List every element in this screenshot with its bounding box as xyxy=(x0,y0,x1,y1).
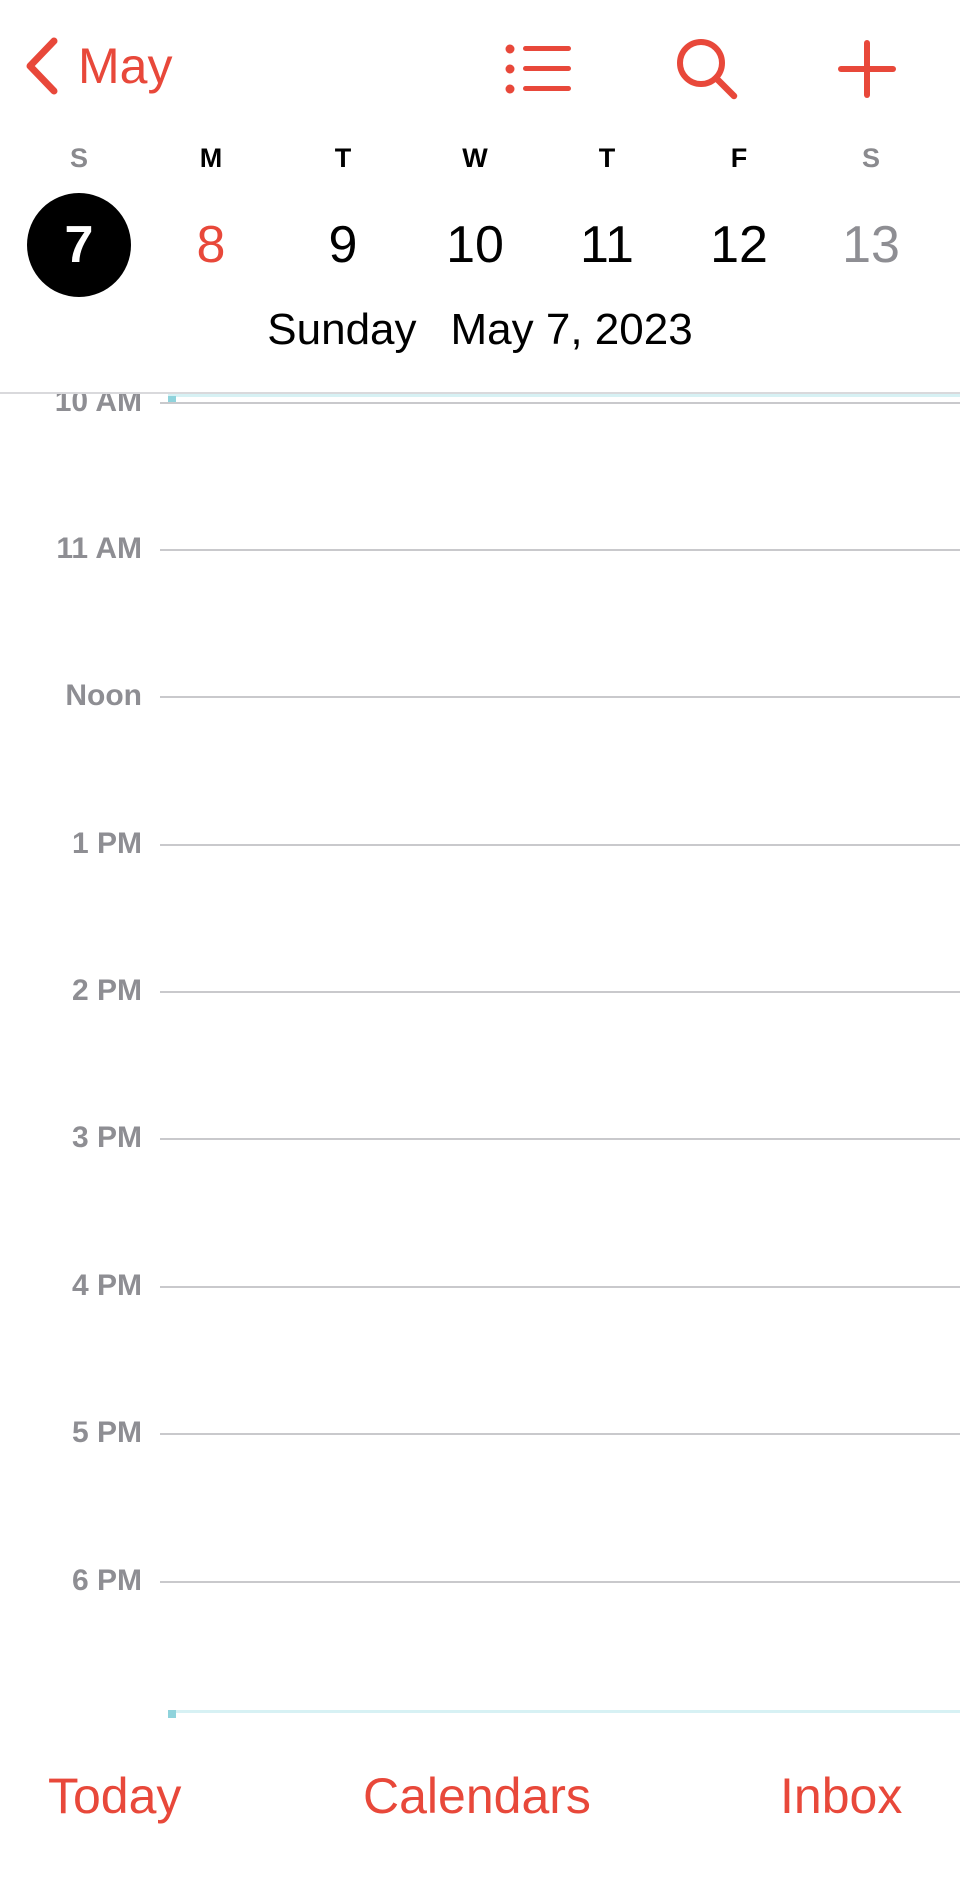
top-nav-bar: May xyxy=(0,0,960,130)
date-number: 10 xyxy=(446,216,504,274)
hour-label: 11 AM xyxy=(56,532,142,565)
hour-row: 2 PM xyxy=(0,971,960,1011)
date-number: 11 xyxy=(580,216,634,274)
date-number: 8 xyxy=(196,216,226,274)
hour-row: 10 AM xyxy=(0,394,960,422)
hour-gridline xyxy=(160,991,960,993)
weekday-label: T xyxy=(598,143,616,173)
hour-label: Noon xyxy=(65,679,142,712)
hour-row: Noon xyxy=(0,676,960,716)
date-number: 9 xyxy=(328,216,358,274)
search-icon xyxy=(677,39,738,100)
hour-row: 11 AM xyxy=(0,529,960,569)
hour-row: 5 PM xyxy=(0,1413,960,1453)
weekday-label: S xyxy=(861,143,880,173)
hour-gridline xyxy=(160,549,960,551)
hour-gridline xyxy=(160,1286,960,1288)
plus-icon xyxy=(838,40,896,98)
list-icon xyxy=(505,44,571,94)
date-cell[interactable]: 9 xyxy=(283,190,403,300)
hour-row: 1 PM xyxy=(0,824,960,864)
calendars-button[interactable]: Calendars xyxy=(363,1766,591,1826)
event-strip-bottom xyxy=(168,1710,960,1713)
day-timeline[interactable]: 10 AM 11 AM Noon 1 PM 2 PM 3 PM 4 PM 5 P… xyxy=(0,394,960,1724)
hour-label: 5 PM xyxy=(71,1416,142,1449)
date-number: 13 xyxy=(842,216,900,274)
add-event-button[interactable] xyxy=(832,34,902,104)
list-view-button[interactable] xyxy=(504,34,574,104)
hour-gridline xyxy=(160,696,960,698)
bottom-toolbar: Today Calendars Inbox xyxy=(0,1740,960,1878)
hour-gridline xyxy=(160,402,960,404)
today-button[interactable]: Today xyxy=(48,1766,181,1826)
back-label: May xyxy=(78,38,173,94)
inbox-button[interactable]: Inbox xyxy=(780,1766,902,1826)
hour-gridline xyxy=(160,1138,960,1140)
chevron-left-icon xyxy=(26,37,58,95)
date-cell[interactable]: 10 xyxy=(415,190,535,300)
selected-weekday: Sunday xyxy=(267,305,417,354)
weekday-label: W xyxy=(462,143,488,173)
weekday-label: M xyxy=(199,143,223,173)
hour-label: 2 PM xyxy=(71,974,142,1007)
hour-row: 6 PM xyxy=(0,1561,960,1601)
weekday-header-row: S M T W T F S xyxy=(0,138,960,178)
hour-label: 10 AM xyxy=(54,394,142,418)
hour-gridline xyxy=(160,844,960,846)
hour-label: 6 PM xyxy=(71,1564,142,1597)
date-cell-selected[interactable]: 7 xyxy=(19,190,139,300)
event-strip-marker xyxy=(168,1710,176,1718)
back-button[interactable]: May xyxy=(24,36,172,96)
weekday-label: S xyxy=(69,143,88,173)
date-cell[interactable]: 11 xyxy=(547,190,667,300)
search-button[interactable] xyxy=(672,34,742,104)
hour-gridline xyxy=(160,1581,960,1583)
date-cell[interactable]: 13 xyxy=(811,190,931,300)
date-number: 12 xyxy=(710,216,768,274)
hour-label: 4 PM xyxy=(71,1269,142,1302)
date-number: 7 xyxy=(64,216,94,274)
weekday-label: T xyxy=(334,143,352,173)
weekday-label: F xyxy=(730,143,748,173)
hour-row: 3 PM xyxy=(0,1118,960,1158)
week-date-row: 7 8 9 10 11 12 13 xyxy=(0,190,960,300)
selected-full-date: May 7, 2023 xyxy=(450,305,693,354)
hour-row: 4 PM xyxy=(0,1266,960,1306)
hour-gridline xyxy=(160,1433,960,1435)
hour-label: 3 PM xyxy=(71,1121,142,1154)
date-cell[interactable]: 12 xyxy=(679,190,799,300)
selected-date-title: Sunday May 7, 2023 xyxy=(0,300,960,360)
hour-label: 1 PM xyxy=(71,827,142,860)
date-cell-today[interactable]: 8 xyxy=(151,190,271,300)
